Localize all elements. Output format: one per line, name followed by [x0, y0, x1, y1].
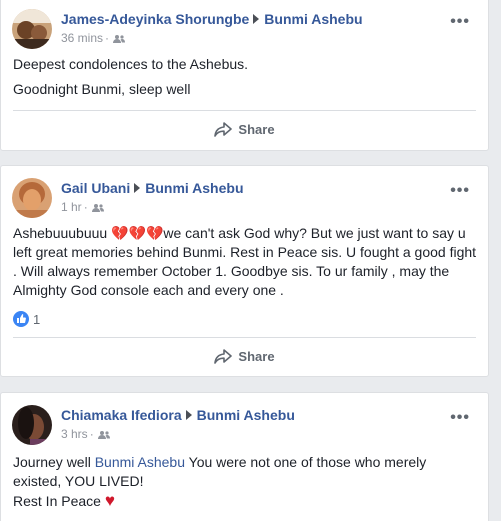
share-label: Share [238, 349, 275, 364]
post-text-line: Deepest condolences to the Ashebus. [13, 56, 249, 72]
post-author-line: James-Adeyinka Shorungbe Bunmi Ashebu [61, 11, 363, 27]
like-count: 1 [33, 312, 41, 327]
post-text-fragment: Rest In Peace [13, 493, 105, 509]
posted-to-arrow-icon [253, 14, 260, 24]
post-header: James-Adeyinka Shorungbe Bunmi Ashebu 36 … [12, 9, 482, 49]
post-text-fragment: You were not one of those who merely [185, 454, 427, 470]
share-button[interactable]: Share [1, 122, 488, 138]
post-meta: 1 hr · [61, 200, 104, 216]
post-card: Chiamaka Ifediora Bunmi Ashebu 3 hrs · •••… [0, 392, 489, 521]
post-card: Gail Ubani Bunmi Ashebu 1 hr · ••• Ashebuu… [0, 165, 489, 377]
post-header: Gail Ubani Bunmi Ashebu 1 hr · ••• [12, 178, 482, 218]
post-text-line: left great memories behind Bunmi. Rest i… [13, 244, 477, 260]
share-arrow-icon [214, 349, 233, 364]
post-options-icon[interactable]: ••• [450, 13, 470, 31]
friends-icon [97, 429, 110, 443]
post-text-line: Goodnight Bunmi, sleep well [13, 81, 191, 97]
post-text-line: . Will always remember October 1. Goodby… [13, 263, 450, 279]
divider [13, 337, 476, 338]
post-meta: 36 mins · [61, 31, 126, 47]
target-name[interactable]: Bunmi Ashebu [197, 407, 295, 423]
friends-icon [113, 33, 126, 47]
post-text: Journey well Bunmi Ashebu You were not o… [13, 453, 483, 511]
post-meta: 3 hrs · [61, 427, 110, 443]
post-text-line: Ashebuuubuuu 💔💔💔we can't ask God why? Bu… [13, 224, 483, 243]
post-text-fragment: Ashebuuubuuu [13, 225, 112, 241]
avatar[interactable] [12, 178, 52, 218]
mention-link[interactable]: Bunmi Ashebu [95, 454, 185, 470]
friends-icon [91, 202, 104, 216]
post-text-fragment: Journey well [13, 454, 95, 470]
posted-to-arrow-icon [185, 410, 192, 420]
posted-to-arrow-icon [134, 183, 141, 193]
post-options-icon[interactable]: ••• [450, 409, 470, 427]
post-header: Chiamaka Ifediora Bunmi Ashebu 3 hrs · ••• [12, 405, 482, 445]
avatar[interactable] [12, 9, 52, 49]
post-text: Ashebuuubuuu 💔💔💔we can't ask God why? Bu… [13, 224, 483, 300]
share-button[interactable]: Share [1, 349, 488, 365]
reaction-summary[interactable]: 1 [13, 311, 40, 327]
share-label: Share [238, 122, 275, 137]
post-text-line: Almighty God console each and every one … [13, 282, 284, 298]
post-text-fragment: we can't ask God why? But we just want t… [163, 225, 466, 241]
share-arrow-icon [214, 122, 233, 137]
heart-emoji: ♥ [104, 491, 115, 510]
avatar[interactable] [12, 405, 52, 445]
author-name[interactable]: Chiamaka Ifediora [61, 407, 182, 423]
author-name[interactable]: James-Adeyinka Shorungbe [61, 11, 249, 27]
author-name[interactable]: Gail Ubani [61, 180, 130, 196]
post-text-line: Journey well Bunmi Ashebu You were not o… [13, 453, 483, 472]
post-text-line: Rest In Peace ♥ [13, 491, 483, 511]
post-timestamp[interactable]: 3 hrs [61, 427, 88, 441]
divider [13, 110, 476, 111]
thumbs-up-icon [13, 311, 29, 327]
post-text-line: existed, YOU LIVED! [13, 473, 144, 489]
post-author-line: Chiamaka Ifediora Bunmi Ashebu [61, 407, 295, 423]
broken-hearts-emoji: 💔💔💔 [111, 225, 164, 241]
post-timestamp[interactable]: 36 mins [61, 31, 103, 45]
post-card: James-Adeyinka Shorungbe Bunmi Ashebu 36 … [0, 0, 489, 151]
target-name[interactable]: Bunmi Ashebu [145, 180, 243, 196]
post-text: Deepest condolences to the Ashebus. Good… [13, 55, 248, 99]
post-timestamp[interactable]: 1 hr [61, 200, 82, 214]
post-author-line: Gail Ubani Bunmi Ashebu [61, 180, 244, 196]
target-name[interactable]: Bunmi Ashebu [264, 11, 362, 27]
post-options-icon[interactable]: ••• [450, 182, 470, 200]
